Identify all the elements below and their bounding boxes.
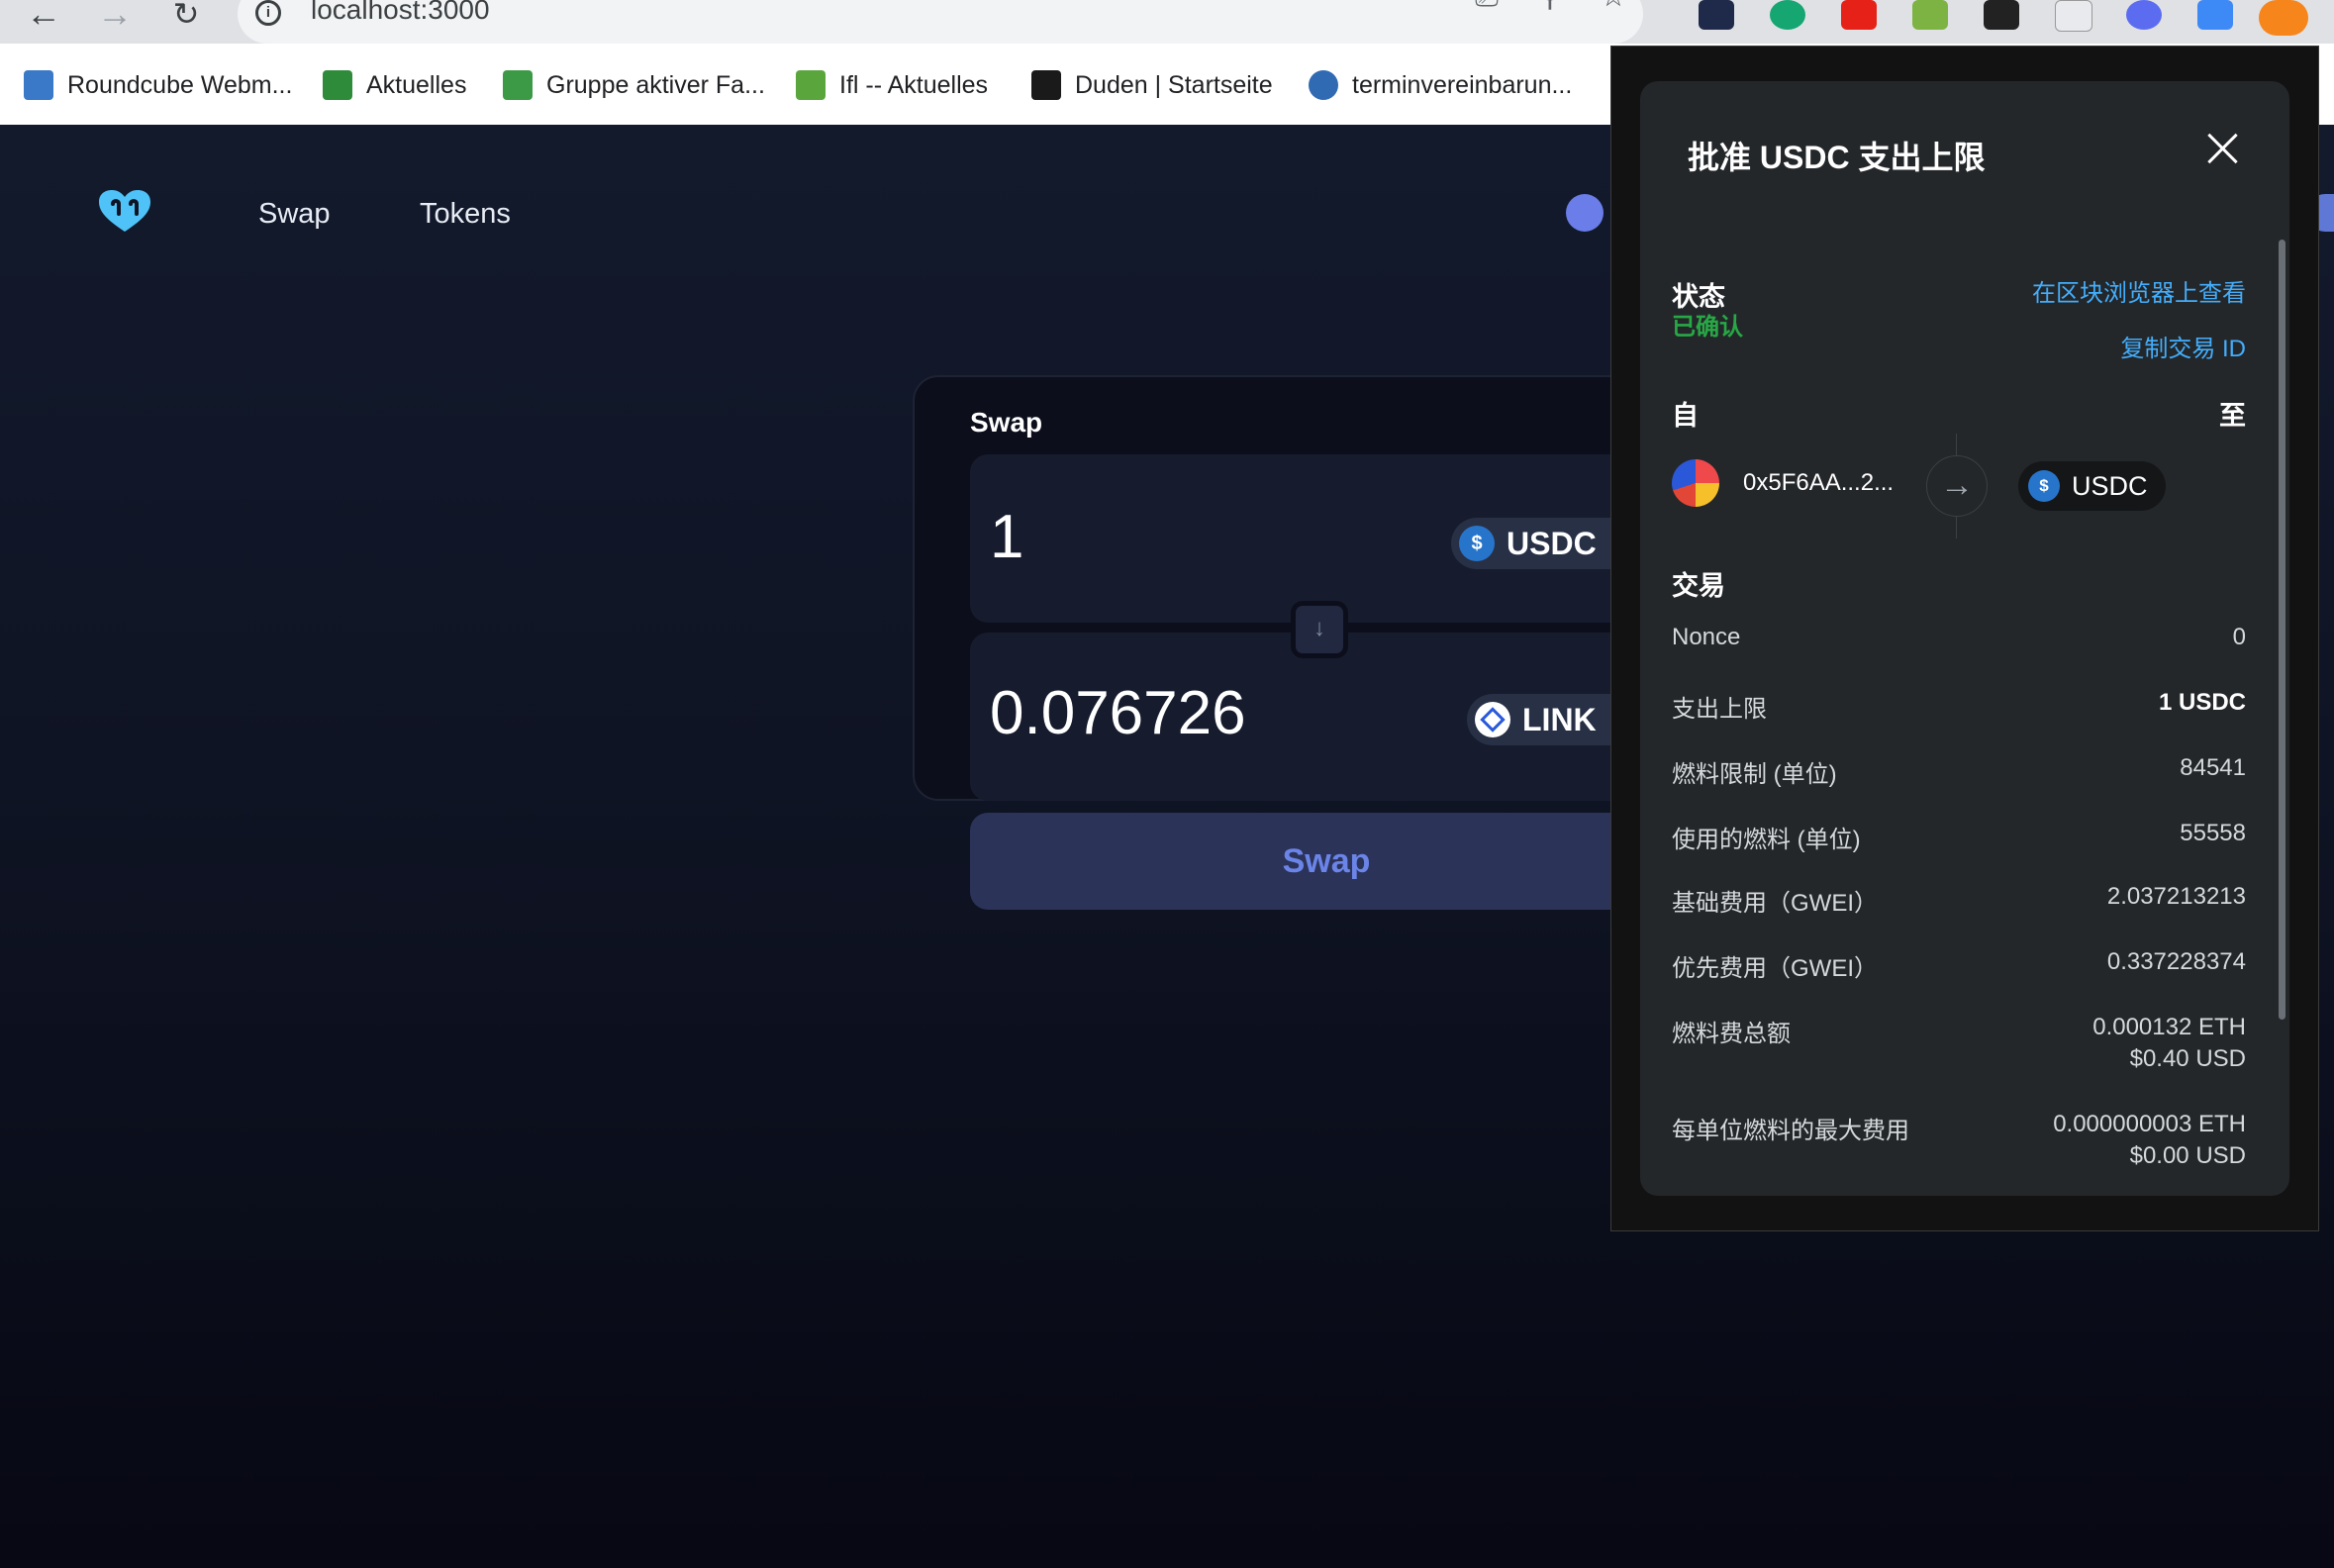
detail-label-total-gas-fee: 燃料费总额: [1672, 1021, 1791, 1047]
bookmark-aktuelles[interactable]: Aktuelles: [323, 67, 466, 103]
book-icon: [323, 70, 352, 100]
divider: [1956, 517, 1957, 539]
bookmark-ifl[interactable]: Ifl -- Aktuelles: [796, 67, 988, 103]
grammarly-icon[interactable]: [1770, 0, 1805, 30]
bookmark-roundcube[interactable]: Roundcube Webm...: [24, 67, 292, 103]
termin-icon: [1309, 70, 1338, 100]
detail-label-base-fee: 基础费用（GWEI）: [1672, 890, 1878, 917]
bear-icon[interactable]: [1984, 0, 2019, 30]
to-token-name: USDC: [2072, 470, 2148, 501]
metamask-fox-icon[interactable]: [2259, 0, 2308, 36]
usdc-icon: [1459, 526, 1495, 561]
youtube-icon[interactable]: [1841, 0, 1877, 30]
transaction-header: 交易: [1672, 571, 1725, 601]
swap-card: Swap 1 USDC ⌄ 0.076726 LINK ⌄ ↓ Swap: [913, 375, 1683, 910]
from-label: 自: [1672, 401, 1699, 431]
from-field[interactable]: 1 USDC ⌄: [970, 454, 1683, 623]
swap-card-title: Swap: [970, 407, 1043, 438]
close-icon[interactable]: [2202, 129, 2242, 168]
swap-submit-button[interactable]: Swap: [970, 813, 1683, 910]
nav-tokens[interactable]: Tokens: [420, 198, 511, 231]
detail-value-max-fee-per-gas-usd: $0.00 USD: [2129, 1142, 2246, 1169]
lrz-favicon-icon: [24, 70, 53, 100]
bookmark-termin[interactable]: terminvereinbarun...: [1309, 67, 1572, 103]
lmu-icon: [503, 70, 533, 100]
forward-arrow-icon[interactable]: →: [95, 0, 135, 36]
detail-label-max-fee-per-gas: 每单位燃料的最大费用: [1672, 1118, 1909, 1144]
from-address[interactable]: 0x5F6AA...2...: [1743, 469, 1894, 497]
chainlink-icon: [1475, 702, 1510, 737]
detail-value-base-fee: 2.037213213: [2106, 883, 2246, 910]
switch-direction-button[interactable]: ↓: [1291, 601, 1348, 658]
install-app-icon[interactable]: ⎚: [1467, 0, 1507, 18]
reload-icon[interactable]: ↻: [166, 0, 206, 36]
detail-label-gas-limit: 燃料限制 (单位): [1672, 761, 1837, 788]
nav-swap[interactable]: Swap: [258, 198, 331, 231]
from-amount-input[interactable]: 1: [990, 502, 1023, 572]
bookmark-label: Aktuelles: [366, 70, 467, 99]
detail-value-max-fee-per-gas-eth: 0.000000003 ETH: [2053, 1111, 2246, 1137]
address-url[interactable]: localhost:3000: [311, 0, 490, 26]
to-label: 至: [2219, 401, 2246, 431]
document-icon[interactable]: [2055, 0, 2092, 32]
copy-tx-id-link[interactable]: 复制交易 ID: [2120, 329, 2246, 363]
detail-value-nonce: 0: [2232, 624, 2246, 650]
bookmark-duden[interactable]: Duden | Startseite: [1031, 67, 1273, 103]
back-arrow-icon[interactable]: ←: [24, 0, 63, 36]
plant-icon[interactable]: [1912, 0, 1948, 30]
bookmark-star-icon[interactable]: ☆: [1594, 0, 1633, 18]
detail-label-spend-limit: 支出上限: [1672, 696, 1767, 723]
detail-value-priority-fee: 0.337228374: [2106, 948, 2246, 975]
bookmark-gruppe[interactable]: Gruppe aktiver Fa...: [503, 67, 765, 103]
to-token-label: LINK: [1522, 701, 1597, 737]
bookmark-label: terminvereinbarun...: [1352, 70, 1573, 99]
to-amount-output: 0.076726: [990, 679, 1246, 747]
detail-value-spend-limit: 1 USDC: [2158, 689, 2246, 716]
scrollbar[interactable]: [2279, 240, 2285, 1020]
transaction-details-panel: 批准 USDC 支出上限 状态 在区块浏览器上查看 已确认 复制交易 ID 自 …: [1640, 81, 2289, 1196]
view-on-explorer-link[interactable]: 在区块浏览器上查看: [2032, 273, 2246, 308]
bookmark-label: Ifl -- Aktuelles: [839, 70, 989, 99]
app-logo-icon[interactable]: [97, 188, 152, 234]
detail-label-gas-used: 使用的燃料 (单位): [1672, 827, 1861, 853]
detail-label-priority-fee: 优先费用（GWEI）: [1672, 955, 1878, 982]
ethereum-network-icon[interactable]: [1566, 194, 1604, 232]
bookmark-label: Roundcube Webm...: [67, 70, 293, 99]
address-bar[interactable]: i localhost:3000 ⎚ ⚲ ☆: [238, 0, 1643, 44]
divider: [1956, 434, 1957, 455]
duden-icon: [1031, 70, 1061, 100]
detail-value-total-gas-fee-eth: 0.000132 ETH: [2092, 1014, 2246, 1040]
to-token-chip[interactable]: USDC: [2018, 461, 2166, 511]
detail-value-gas-used: 55558: [2180, 820, 2246, 846]
detail-label-nonce: Nonce: [1672, 624, 1741, 650]
detail-value-total-gas-fee-usd: $0.40 USD: [2129, 1045, 2246, 1072]
zoom-icon[interactable]: ⚲: [1530, 0, 1570, 18]
ifl-icon: [796, 70, 826, 100]
arrow-right-icon: →: [1926, 455, 1988, 517]
shield-icon[interactable]: [1699, 0, 1734, 30]
usdc-icon: [2028, 470, 2060, 502]
detail-value-gas-limit: 84541: [2180, 754, 2246, 781]
status-value: 已确认: [1672, 314, 1743, 341]
bookmark-label: Gruppe aktiver Fa...: [546, 70, 765, 99]
from-account-avatar: [1672, 459, 1719, 507]
from-token-label: USDC: [1507, 525, 1597, 561]
stack-icon[interactable]: [2197, 0, 2233, 30]
site-info-icon[interactable]: i: [255, 0, 281, 26]
bookmark-label: Duden | Startseite: [1075, 70, 1273, 99]
gear-flower-icon[interactable]: [2126, 0, 2162, 30]
popup-title: 批准 USDC 支出上限: [1688, 140, 1986, 175]
browser-toolbar: ← → ↻ i localhost:3000 ⎚ ⚲ ☆: [0, 0, 2334, 44]
